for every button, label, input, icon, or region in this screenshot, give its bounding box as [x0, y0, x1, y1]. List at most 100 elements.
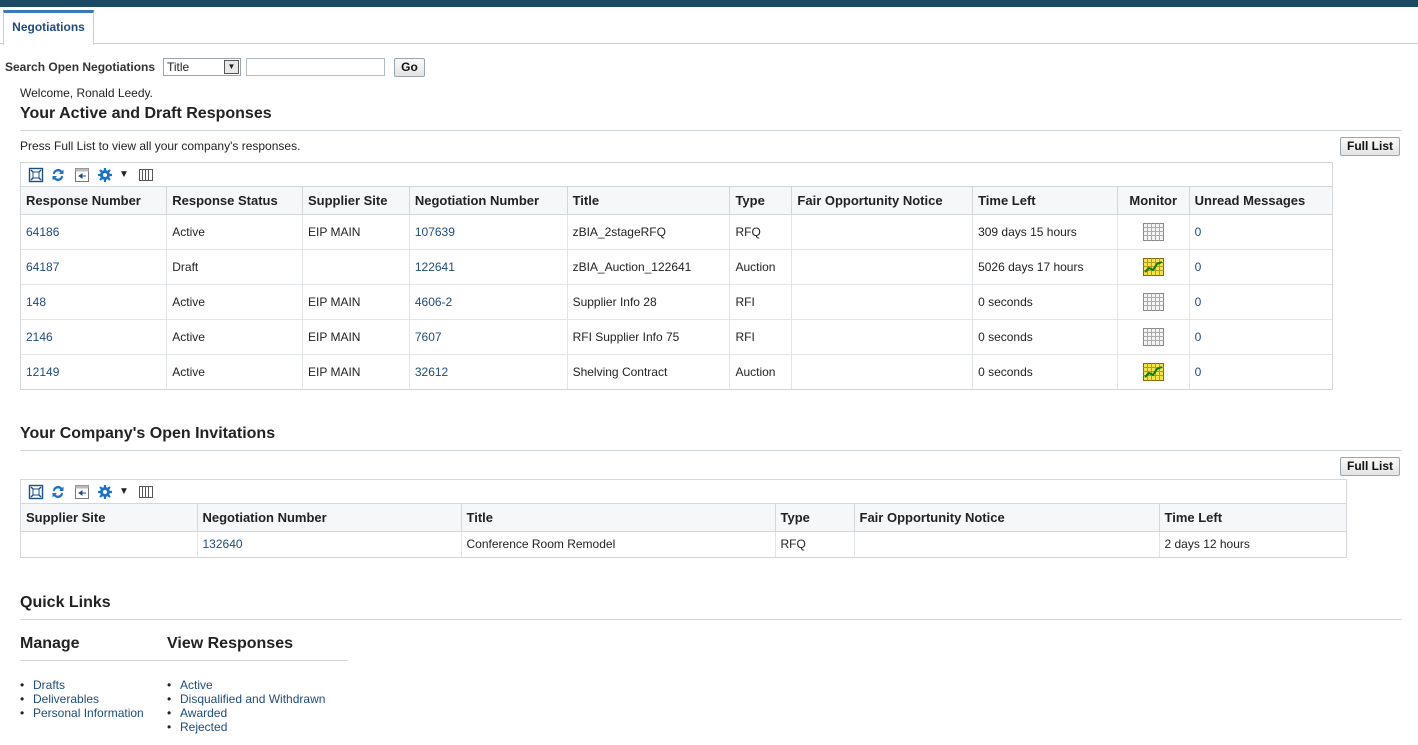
- column-header-time-left[interactable]: Time Left: [1159, 504, 1346, 532]
- active-responses-link[interactable]: Active: [167, 678, 325, 692]
- settings-icon[interactable]: [97, 484, 113, 500]
- column-header-monitor[interactable]: Monitor: [1117, 187, 1190, 215]
- quick-links-divider: [20, 619, 1402, 620]
- column-header-negotiation-number[interactable]: Negotiation Number: [409, 187, 568, 215]
- unread-messages-link[interactable]: 0: [1195, 365, 1202, 379]
- unread-messages-link[interactable]: 0: [1195, 225, 1202, 239]
- response-number-link[interactable]: 2146: [26, 330, 53, 344]
- responses-hint: Press Full List to view all your company…: [20, 139, 301, 153]
- table-row: 64186 Active EIP MAIN 107639 zBIA_2stage…: [21, 214, 1332, 250]
- response-number-link[interactable]: 148: [26, 295, 46, 309]
- time-left: 0 seconds: [972, 354, 1118, 389]
- reset-icon[interactable]: [74, 167, 90, 183]
- column-header-title[interactable]: Title: [461, 504, 776, 532]
- table-row: 12149 Active EIP MAIN 32612 Shelving Con…: [21, 354, 1332, 389]
- time-left: 2 days 12 hours: [1164, 537, 1250, 552]
- search-field-select-value: Title: [167, 60, 190, 74]
- negotiation-number-link[interactable]: 107639: [415, 225, 455, 239]
- personal-information-link[interactable]: Personal Information: [20, 706, 144, 720]
- monitor-chart-icon[interactable]: [1142, 362, 1164, 381]
- negotiation-title: RFI Supplier Info 75: [567, 319, 731, 355]
- response-number-link[interactable]: 64187: [26, 260, 59, 274]
- refresh-icon[interactable]: [50, 484, 66, 500]
- reset-icon[interactable]: [74, 484, 90, 500]
- columns-icon[interactable]: [138, 484, 154, 500]
- detach-icon[interactable]: [28, 484, 44, 500]
- disqualified-withdrawn-link[interactable]: Disqualified and Withdrawn: [167, 692, 325, 706]
- column-header-supplier-site[interactable]: Supplier Site: [21, 504, 198, 532]
- tab-strip: Negotiations: [0, 7, 1418, 45]
- time-left: 5026 days 17 hours: [972, 249, 1118, 285]
- settings-menu-arrow-icon[interactable]: ▼: [116, 484, 132, 500]
- deliverables-link[interactable]: Deliverables: [20, 692, 144, 706]
- responses-table-toolbar: ▼: [21, 163, 1332, 187]
- tab-negotiations[interactable]: Negotiations: [3, 10, 94, 45]
- negotiation-number-link[interactable]: 32612: [415, 365, 448, 379]
- monitor-grid-icon[interactable]: [1142, 222, 1164, 241]
- column-header-supplier-site[interactable]: Supplier Site: [302, 187, 410, 215]
- negotiation-title: zBIA_2stageRFQ: [567, 214, 731, 250]
- settings-menu-arrow-icon[interactable]: ▼: [116, 167, 132, 183]
- responses-section-title: Your Active and Draft Responses: [20, 105, 272, 122]
- responses-grid: Response Number Response Status Supplier…: [21, 187, 1332, 389]
- monitor-grid-icon[interactable]: [1142, 327, 1164, 346]
- negotiation-type: RFQ: [729, 214, 793, 250]
- invitations-table-toolbar: ▼: [21, 480, 1346, 504]
- search-field-select[interactable]: Title ▼: [163, 58, 241, 76]
- unread-messages-link[interactable]: 0: [1195, 260, 1202, 274]
- awarded-link[interactable]: Awarded: [167, 706, 325, 720]
- negotiation-title: Conference Room Remodel: [461, 531, 776, 557]
- quick-links-manage-heading: Manage: [20, 635, 80, 652]
- drafts-link[interactable]: Drafts: [20, 678, 144, 692]
- column-header-response-number[interactable]: Response Number: [21, 187, 168, 215]
- negotiation-number-link[interactable]: 4606-2: [415, 295, 452, 309]
- responses-full-list-button[interactable]: Full List: [1340, 137, 1400, 156]
- column-header-time-left[interactable]: Time Left: [972, 187, 1118, 215]
- time-left: 0 seconds: [972, 319, 1118, 355]
- column-header-title[interactable]: Title: [567, 187, 731, 215]
- negotiation-title: Supplier Info 28: [567, 284, 731, 320]
- detach-icon[interactable]: [28, 167, 44, 183]
- negotiation-number-link[interactable]: 132640: [203, 537, 243, 551]
- column-header-fair-opportunity-notice[interactable]: Fair Opportunity Notice: [854, 504, 1160, 532]
- response-status: Active: [166, 214, 303, 250]
- top-brand-bar: [0, 0, 1418, 7]
- column-header-type[interactable]: Type: [775, 504, 855, 532]
- dropdown-arrow-icon[interactable]: ▼: [224, 60, 239, 74]
- monitor-chart-icon[interactable]: [1142, 257, 1164, 276]
- quick-links-view-responses-heading: View Responses: [167, 635, 293, 652]
- quick-links-manage: Manage Drafts Deliverables Personal Info…: [20, 635, 144, 720]
- columns-icon[interactable]: [138, 167, 154, 183]
- fair-opportunity-notice: [791, 249, 974, 285]
- negotiation-type: RFI: [729, 284, 793, 320]
- negotiation-type: RFI: [729, 319, 793, 355]
- settings-icon[interactable]: [97, 167, 113, 183]
- column-header-fair-opportunity-notice[interactable]: Fair Opportunity Notice: [791, 187, 974, 215]
- supplier-site: EIP MAIN: [302, 319, 410, 355]
- column-header-unread-messages[interactable]: Unread Messages: [1189, 187, 1332, 215]
- manage-links-list: Drafts Deliverables Personal Information: [20, 678, 144, 720]
- refresh-icon[interactable]: [50, 167, 66, 183]
- go-button[interactable]: Go: [394, 58, 425, 77]
- table-row: 132640 Conference Room Remodel RFQ 2 day…: [21, 531, 1346, 557]
- response-status: Active: [166, 319, 303, 355]
- negotiation-number-link[interactable]: 122641: [415, 260, 455, 274]
- negotiation-title: zBIA_Auction_122641: [567, 249, 731, 285]
- monitor-grid-icon[interactable]: [1142, 292, 1164, 311]
- welcome-message: Welcome, Ronald Leedy.: [20, 86, 153, 100]
- quick-links-view-responses: View Responses Active Disqualified and W…: [167, 635, 325, 734]
- time-left: 309 days 15 hours: [972, 214, 1118, 250]
- search-input[interactable]: [246, 58, 385, 76]
- column-header-negotiation-number[interactable]: Negotiation Number: [197, 504, 462, 532]
- quick-links-title: Quick Links: [20, 594, 111, 611]
- response-number-link[interactable]: 64186: [26, 225, 59, 239]
- unread-messages-link[interactable]: 0: [1195, 295, 1202, 309]
- rejected-link[interactable]: Rejected: [167, 720, 325, 734]
- response-number-link[interactable]: 12149: [26, 365, 59, 379]
- fair-opportunity-notice: [791, 319, 974, 355]
- column-header-response-status[interactable]: Response Status: [166, 187, 303, 215]
- unread-messages-link[interactable]: 0: [1195, 330, 1202, 344]
- invitations-full-list-button[interactable]: Full List: [1340, 457, 1400, 476]
- negotiation-number-link[interactable]: 7607: [415, 330, 442, 344]
- column-header-type[interactable]: Type: [729, 187, 793, 215]
